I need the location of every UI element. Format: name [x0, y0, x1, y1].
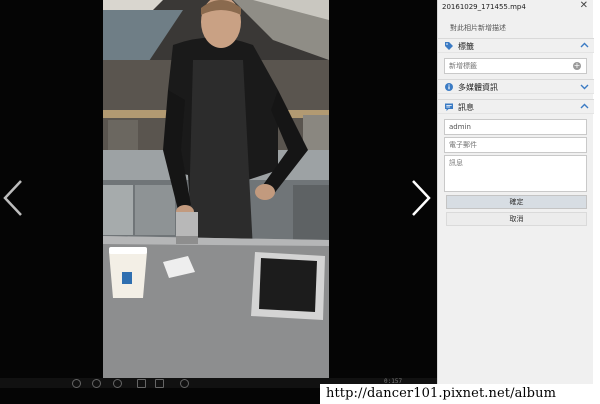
cancel-button[interactable]: 取消 — [446, 212, 587, 226]
section-message[interactable]: 訊息 — [438, 99, 594, 114]
confirm-button[interactable]: 確定 — [446, 195, 587, 209]
watermark: http://dancer101.pixnet.net/album — [320, 384, 600, 404]
section-message-title: 訊息 — [458, 103, 474, 112]
arrow-right-icon — [412, 180, 431, 216]
chevron-up-icon — [580, 103, 589, 109]
panel-header: 20161029_171455.mp4 ✕ — [438, 0, 593, 16]
section-media-info-title: 多媒體資訊 — [458, 83, 498, 92]
next-arrow[interactable] — [410, 178, 432, 218]
rewind-icon[interactable] — [92, 379, 101, 388]
chevron-up-icon — [580, 42, 589, 48]
description-field[interactable]: 對此相片新增描述 — [450, 23, 506, 33]
video-frame[interactable] — [103, 0, 329, 386]
watermark-text: http://dancer101.pixnet.net/album — [326, 386, 556, 401]
volume-icon[interactable] — [113, 379, 122, 388]
play-icon[interactable] — [72, 379, 81, 388]
settings-icon[interactable] — [180, 379, 189, 388]
section-tags-title: 標籤 — [458, 42, 474, 51]
media-viewer: 0:157 — [0, 0, 437, 404]
tag-icon — [445, 42, 453, 50]
previous-arrow[interactable] — [2, 178, 24, 218]
message-field[interactable] — [444, 155, 587, 192]
file-name: 20161029_171455.mp4 — [442, 3, 526, 11]
tag-input[interactable] — [444, 58, 587, 74]
section-tags[interactable]: 標籤 — [438, 38, 594, 53]
stop-icon[interactable] — [155, 379, 164, 388]
add-icon[interactable]: + — [573, 62, 581, 70]
name-field[interactable] — [444, 119, 587, 135]
info-icon — [445, 83, 453, 91]
arrow-left-icon — [3, 180, 22, 216]
message-icon — [445, 103, 453, 111]
email-field[interactable] — [444, 137, 587, 153]
close-icon[interactable]: ✕ — [580, 1, 588, 11]
pause-icon[interactable] — [137, 379, 146, 388]
chevron-down-icon — [580, 84, 589, 90]
section-media-info[interactable]: 多媒體資訊 — [438, 79, 594, 94]
